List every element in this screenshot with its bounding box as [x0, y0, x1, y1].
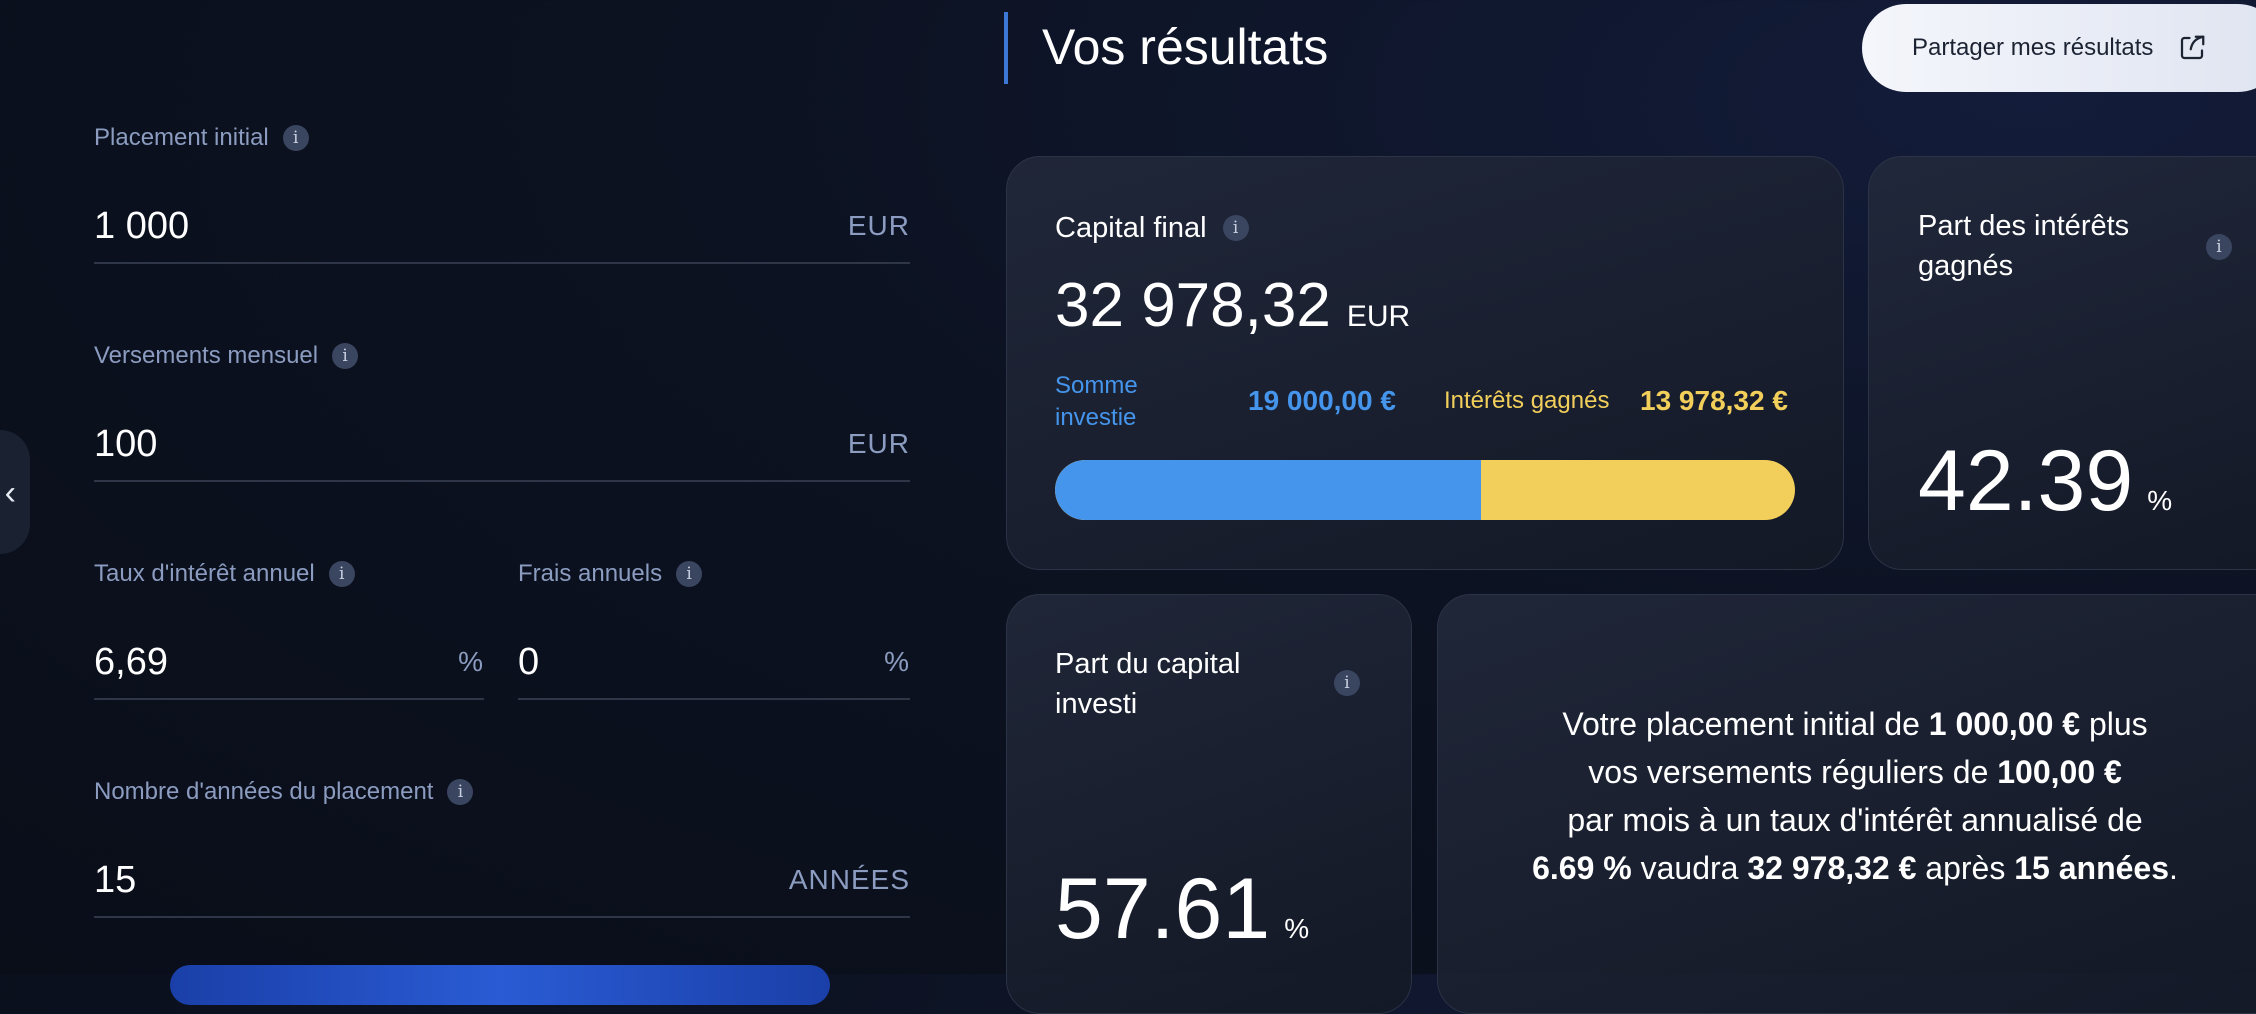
invested-label-2: investie	[1055, 404, 1137, 431]
annual-fees-value[interactable]: 0	[518, 641, 539, 684]
interest-share-unit: %	[2147, 485, 2173, 516]
annual-fees-field: Frais annuels i 0 %	[518, 560, 910, 700]
monthly-deposit-label: Versements mensuel	[94, 342, 319, 369]
initial-investment-label: Placement initial	[94, 124, 269, 151]
interest-share-value: 42.39	[1918, 433, 2134, 529]
collapse-sidebar-button[interactable]: ‹	[0, 430, 30, 554]
capital-share-unit: %	[1284, 913, 1310, 944]
info-icon[interactable]: i	[2206, 234, 2232, 260]
interest-rate-value[interactable]: 6,69	[94, 641, 168, 684]
summary-text: Votre placement initial de 1 000,00 € pl…	[1532, 706, 2178, 886]
interest-rate-input[interactable]: 6,69 %	[94, 626, 484, 700]
capital-share-value: 57.61	[1055, 861, 1271, 957]
interest-value: 13 978,32 €	[1640, 385, 1788, 416]
invested-label: Somme	[1055, 372, 1138, 399]
share-results-button[interactable]: Partager mes résultats	[1862, 4, 2256, 92]
currency-unit: EUR	[847, 428, 910, 459]
monthly-deposit-value[interactable]: 100	[94, 423, 157, 466]
info-icon[interactable]: i	[676, 561, 703, 587]
years-unit: ANNÉES	[788, 864, 910, 895]
results-title: Vos résultats	[1042, 19, 1329, 75]
share-icon	[2181, 35, 2205, 60]
info-icon[interactable]: i	[447, 779, 474, 805]
share-results-label: Partager mes résultats	[1912, 34, 2154, 61]
calculate-button[interactable]	[170, 965, 830, 1005]
initial-investment-field: Placement initial i 1 000 EUR	[94, 124, 910, 264]
interest-share-title: Part des intérêts	[1918, 210, 2130, 242]
percent-unit: %	[458, 646, 484, 677]
final-capital-currency: EUR	[1346, 300, 1411, 333]
interest-rate-label: Taux d'intérêt annuel	[94, 560, 315, 587]
title-accent-bar	[1004, 12, 1008, 84]
years-field: Nombre d'années du placement i 15 ANNÉES	[94, 778, 910, 918]
years-value[interactable]: 15	[94, 859, 136, 902]
chevron-left-icon: ‹	[4, 474, 16, 512]
years-label: Nombre d'années du placement	[94, 778, 434, 805]
monthly-deposit-input[interactable]: 100 EUR	[94, 408, 910, 482]
interest-label: Intérêts gagnés	[1444, 387, 1610, 414]
monthly-deposit-field: Versements mensuel i 100 EUR	[94, 342, 910, 482]
capital-share-title-2: investi	[1055, 688, 1138, 720]
info-icon[interactable]: i	[1222, 215, 1249, 241]
currency-unit: EUR	[847, 210, 910, 241]
capital-breakdown-bar	[1055, 460, 1795, 520]
interest-share-title-2: gagnés	[1918, 250, 2014, 282]
years-input[interactable]: 15 ANNÉES	[94, 844, 910, 918]
interest-rate-field: Taux d'intérêt annuel i 6,69 %	[94, 560, 484, 700]
info-icon[interactable]: i	[332, 343, 359, 369]
annual-fees-label: Frais annuels	[518, 560, 663, 587]
final-capital-amount: 32 978,32	[1055, 271, 1331, 340]
capital-share-title: Part du capital	[1055, 648, 1241, 680]
initial-investment-input[interactable]: 1 000 EUR	[94, 190, 910, 264]
info-icon[interactable]: i	[1334, 670, 1360, 696]
annual-fees-input[interactable]: 0 %	[518, 626, 910, 700]
invested-portion-bar	[1055, 460, 1482, 520]
initial-investment-value[interactable]: 1 000	[94, 205, 189, 248]
final-capital-title: Capital final	[1055, 212, 1207, 244]
percent-unit: %	[884, 646, 910, 677]
invested-value: 19 000,00 €	[1248, 385, 1396, 416]
info-icon[interactable]: i	[282, 125, 309, 151]
info-icon[interactable]: i	[328, 561, 355, 587]
